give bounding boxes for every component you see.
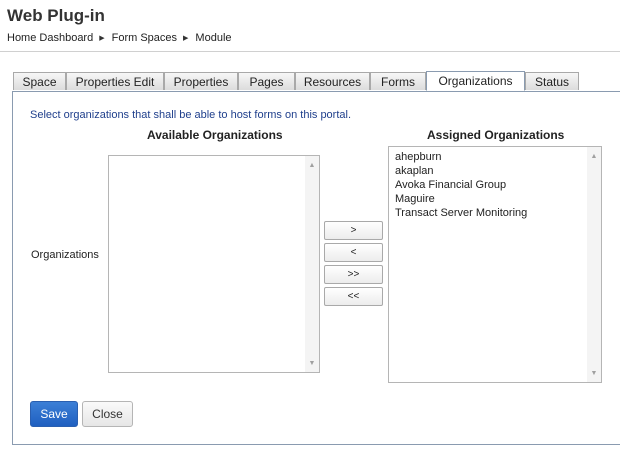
breadcrumb-home-dashboard[interactable]: Home Dashboard	[7, 32, 93, 44]
tab-organizations[interactable]: Organizations	[426, 71, 525, 91]
tab-properties[interactable]: Properties	[164, 72, 238, 90]
list-item[interactable]: Transact Server Monitoring	[395, 206, 585, 220]
available-organizations-heading: Available Organizations	[147, 128, 283, 142]
list-item[interactable]: Avoka Financial Group	[395, 178, 585, 192]
scroll-down-icon[interactable]: ▼	[305, 356, 319, 370]
page-title: Web Plug-in	[7, 6, 105, 25]
scroll-up-icon[interactable]: ▲	[305, 158, 319, 172]
tab-pages[interactable]: Pages	[238, 72, 295, 90]
move-all-left-button[interactable]: <<	[324, 287, 383, 306]
chevron-right-icon: ▶	[183, 35, 189, 42]
assigned-organizations-list[interactable]: ahepburn akaplan Avoka Financial Group M…	[388, 146, 602, 383]
breadcrumb-module: Module	[195, 32, 232, 44]
available-scrollbar[interactable]: ▲ ▼	[305, 156, 319, 372]
tab-resources[interactable]: Resources	[295, 72, 370, 90]
assigned-scrollbar[interactable]: ▲ ▼	[587, 147, 601, 382]
breadcrumb-form-spaces[interactable]: Form Spaces	[112, 32, 177, 44]
scroll-down-icon[interactable]: ▼	[587, 366, 601, 380]
assigned-organizations-heading: Assigned Organizations	[427, 128, 565, 142]
close-button[interactable]: Close	[82, 401, 133, 427]
tab-forms[interactable]: Forms	[370, 72, 426, 90]
header-divider	[0, 51, 620, 52]
breadcrumb: Home Dashboard ▶ Form Spaces ▶ Module	[7, 32, 232, 44]
tab-space[interactable]: Space	[13, 72, 66, 90]
available-organizations-list[interactable]: ▲ ▼	[108, 155, 320, 373]
assigned-items: ahepburn akaplan Avoka Financial Group M…	[395, 150, 585, 220]
scroll-up-icon[interactable]: ▲	[587, 149, 601, 163]
tab-properties-edit[interactable]: Properties Edit	[66, 72, 164, 90]
list-item[interactable]: akaplan	[395, 164, 585, 178]
instructions-text: Select organizations that shall be able …	[30, 109, 352, 121]
tab-bar: Space Properties Edit Properties Pages R…	[13, 71, 579, 91]
chevron-right-icon: ▶	[99, 35, 105, 42]
move-selected-left-button[interactable]: <	[324, 243, 383, 262]
tab-status[interactable]: Status	[525, 72, 579, 90]
list-item[interactable]: Maguire	[395, 192, 585, 206]
list-item[interactable]: ahepburn	[395, 150, 585, 164]
move-all-right-button[interactable]: >>	[324, 265, 383, 284]
move-selected-right-button[interactable]: >	[324, 221, 383, 240]
organizations-label: Organizations	[31, 249, 99, 261]
save-button[interactable]: Save	[30, 401, 78, 427]
